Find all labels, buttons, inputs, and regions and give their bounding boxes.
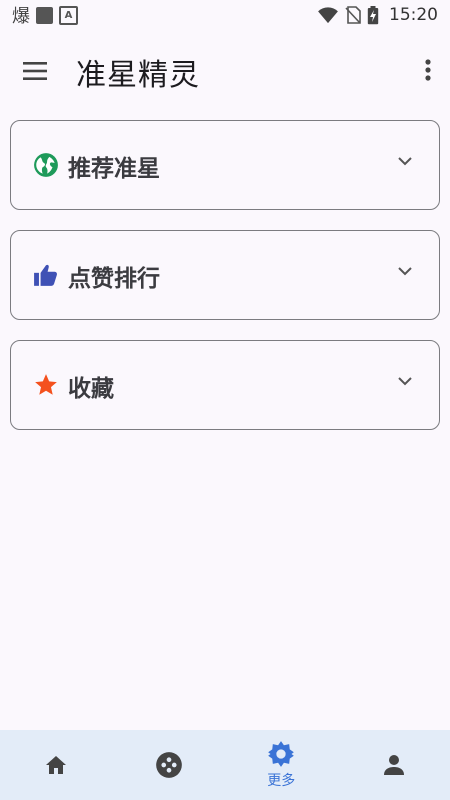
nav-item-more[interactable]: 更多 — [225, 730, 338, 800]
chevron-down-icon — [398, 267, 412, 276]
thumbs-up-icon — [34, 264, 57, 286]
star-icon — [35, 374, 57, 395]
section-card-recommended[interactable]: 推荐准星 — [10, 120, 440, 210]
notification-square-icon — [36, 6, 53, 24]
nav-item-home[interactable] — [0, 730, 113, 800]
no-sim-icon — [345, 6, 361, 24]
gear-icon — [268, 741, 295, 767]
nav-item-game[interactable] — [113, 730, 226, 800]
section-label: 点赞排行 — [68, 266, 160, 292]
nav-item-profile[interactable] — [338, 730, 450, 800]
home-icon — [46, 756, 67, 774]
notification-text: 爆 — [12, 6, 30, 27]
app-title: 准星精灵 — [76, 58, 200, 93]
clock: 15:20 — [389, 5, 438, 25]
chevron-down-icon — [398, 377, 412, 386]
battery-charging-icon — [367, 5, 379, 24]
notification-a-icon: A — [59, 5, 78, 25]
person-icon — [383, 755, 404, 775]
section-card-favorites[interactable]: 收藏 — [10, 340, 440, 430]
status-bar: 爆 A 15:20 — [0, 0, 450, 30]
status-bar-right: 15:20 — [317, 5, 438, 25]
nav-label-more: 更多 — [267, 773, 296, 789]
game-icon — [155, 752, 182, 778]
section-label: 推荐准星 — [68, 156, 160, 182]
section-label: 收藏 — [68, 376, 114, 402]
hamburger-menu-icon — [23, 62, 47, 80]
section-card-likes-ranking[interactable]: 点赞排行 — [10, 230, 440, 320]
more-options-button[interactable] — [420, 56, 436, 86]
chevron-down-icon — [398, 157, 412, 166]
app-bar: 准星精灵 — [0, 30, 450, 110]
globe-icon — [34, 153, 58, 177]
more-vert-icon — [425, 59, 431, 81]
bottom-navigation: 更多 — [0, 730, 450, 800]
menu-button[interactable] — [20, 56, 50, 86]
wifi-icon — [318, 7, 338, 24]
status-bar-left: 爆 A — [12, 2, 78, 28]
